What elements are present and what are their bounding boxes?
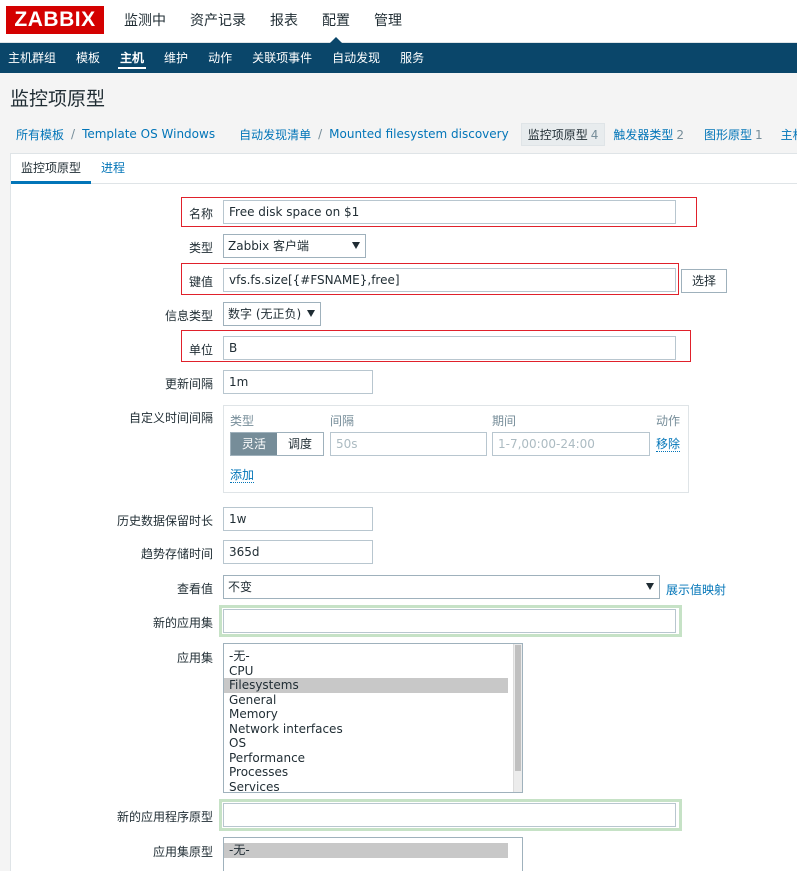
update-interval-input[interactable]: 1m [223, 370, 373, 394]
top-nav-administration[interactable]: 管理 [362, 0, 414, 43]
breadcrumb-all-templates[interactable]: 所有模板 [10, 126, 70, 143]
top-nav-monitoring[interactable]: 监测中 [112, 0, 178, 43]
interval-type-scheduling[interactable]: 调度 [277, 433, 324, 455]
key-input[interactable]: vfs.fs.size[{#FSNAME},free] [223, 268, 676, 292]
breadcrumb-template[interactable]: Template OS Windows [76, 127, 221, 141]
interval-input[interactable]: 50s [330, 432, 487, 456]
type-label: 类型 [188, 241, 213, 255]
sub-nav-templates[interactable]: 模板 [66, 43, 110, 73]
info-type-select[interactable]: 数字 (无正负) [223, 302, 321, 326]
breadcrumb-trigger-prototypes-label: 触发器类型 [613, 127, 674, 142]
top-nav: 监测中 资产记录 报表 配置 管理 [112, 0, 414, 44]
name-input[interactable]: Free disk space on $1 [223, 200, 676, 224]
tab-process[interactable]: 进程 [101, 154, 125, 184]
type-select[interactable]: Zabbix 客户端 [223, 234, 366, 258]
tab-item-prototype[interactable]: 监控项原型 [11, 154, 91, 184]
application-option[interactable]: Performance [224, 751, 522, 766]
top-bar: ZABBIX 监测中 资产记录 报表 配置 管理 [0, 0, 797, 44]
sub-nav-event-correlation[interactable]: 关联项事件 [242, 43, 322, 73]
app-prototype-option[interactable]: -无- [224, 843, 508, 858]
application-option[interactable]: Network interfaces [224, 722, 522, 737]
sub-nav-discovery[interactable]: 自动发现 [322, 43, 390, 73]
application-option[interactable]: OS [224, 736, 522, 751]
app-prototypes-label: 应用集原型 [152, 845, 213, 859]
sub-nav-host-groups[interactable]: 主机群组 [0, 43, 66, 73]
chevron-down-icon [352, 242, 360, 249]
show-value-mapping-link[interactable]: 展示值映射 [666, 581, 726, 598]
trends-input[interactable]: 365d [223, 540, 373, 564]
custom-intervals-col-action: 动作 [656, 414, 681, 428]
applications-listbox[interactable]: -无- CPU Filesystems General Memory Netwo… [223, 643, 523, 793]
item-prototype-form: 监控项原型 进程 名称 Free disk space on $1 类型 Zab… [10, 153, 797, 871]
new-application-label: 新的应用集 [152, 616, 213, 630]
show-value-label: 查看值 [176, 582, 213, 596]
page-title: 监控项原型 [10, 88, 106, 110]
new-app-prototype-input[interactable] [223, 803, 676, 827]
top-nav-reports[interactable]: 报表 [258, 0, 310, 43]
history-input[interactable]: 1w [223, 507, 373, 531]
applications-scrollbar[interactable] [513, 644, 522, 792]
application-option[interactable]: Memory [224, 707, 522, 722]
interval-remove-link[interactable]: 移除 [656, 437, 681, 452]
breadcrumb-item-prototypes[interactable]: 监控项原型 4 [520, 122, 606, 146]
sub-nav: 主机群组 模板 主机 维护 动作 关联项事件 自动发现 服务 [0, 43, 797, 73]
units-label: 单位 [188, 343, 213, 357]
zabbix-logo[interactable]: ZABBIX [6, 6, 104, 34]
application-option[interactable]: Services [224, 780, 522, 793]
top-nav-configuration[interactable]: 配置 [310, 0, 362, 44]
history-label: 历史数据保留时长 [116, 514, 213, 528]
breadcrumb-graph-prototypes[interactable]: 图形原型 1 [690, 126, 769, 143]
period-input[interactable]: 1-7,00:00-24:00 [492, 432, 650, 456]
units-input[interactable]: B [223, 336, 676, 360]
update-interval-label: 更新间隔 [164, 377, 213, 391]
application-option[interactable]: General [224, 693, 522, 708]
info-type-select-value: 数字 (无正负) [228, 307, 302, 321]
new-application-input[interactable] [223, 609, 676, 633]
custom-intervals-label: 自定义时间间隔 [128, 411, 213, 425]
show-value-select-value: 不变 [228, 580, 253, 594]
chevron-down-icon [646, 583, 654, 590]
interval-add-link[interactable]: 添加 [230, 468, 255, 483]
application-option-selected[interactable]: Filesystems [224, 678, 508, 693]
breadcrumb-discovery-rule[interactable]: Mounted filesystem discovery [323, 127, 515, 141]
breadcrumb-discovery-list[interactable]: 自动发现清单 [233, 126, 317, 143]
application-option[interactable]: Processes [224, 765, 522, 780]
trends-label: 趋势存储时间 [140, 547, 213, 561]
sub-nav-maintenance[interactable]: 维护 [154, 43, 198, 73]
custom-intervals-col-period: 期间 [492, 414, 517, 428]
type-select-value: Zabbix 客户端 [228, 239, 310, 253]
breadcrumb-host-templates[interactable]: 主机模板 [769, 126, 797, 143]
show-value-select[interactable]: 不变 [223, 575, 660, 599]
breadcrumb-trigger-prototypes-count: 2 [676, 127, 685, 142]
applications-label: 应用集 [176, 651, 213, 665]
key-select-button[interactable]: 选择 [681, 269, 727, 293]
breadcrumb: 所有模板 / Template OS Windows 自动发现清单 / Moun… [10, 122, 797, 146]
application-option[interactable]: CPU [224, 664, 522, 679]
breadcrumb-item-prototypes-label: 监控项原型 [527, 127, 588, 142]
custom-intervals-table: 类型 间隔 期间 动作 灵活 调度 50s 1-7,00:00-24:00 移除… [223, 405, 689, 493]
app-prototypes-listbox[interactable]: -无- [223, 837, 523, 871]
application-option[interactable]: -无- [224, 649, 522, 664]
scrollbar-thumb[interactable] [515, 645, 521, 771]
new-app-prototype-label: 新的应用程序原型 [116, 810, 213, 824]
breadcrumb-graph-prototypes-label: 图形原型 [704, 127, 753, 142]
breadcrumb-item-prototypes-count: 4 [590, 127, 599, 142]
key-label: 键值 [188, 275, 213, 289]
top-nav-inventory[interactable]: 资产记录 [178, 0, 258, 43]
form-tabs: 监控项原型 进程 [11, 154, 797, 184]
sub-nav-services[interactable]: 服务 [390, 43, 434, 73]
chevron-down-icon [307, 310, 315, 317]
info-type-label: 信息类型 [164, 309, 213, 323]
interval-type-flexible[interactable]: 灵活 [231, 433, 278, 455]
custom-intervals-col-interval: 间隔 [330, 414, 355, 428]
sub-nav-actions[interactable]: 动作 [198, 43, 242, 73]
interval-type-toggle: 灵活 调度 [230, 432, 325, 456]
breadcrumb-graph-prototypes-count: 1 [755, 127, 763, 142]
name-label: 名称 [188, 207, 213, 221]
sub-nav-hosts[interactable]: 主机 [110, 43, 154, 73]
breadcrumb-trigger-prototypes[interactable]: 触发器类型 2 [611, 126, 690, 143]
custom-intervals-col-type: 类型 [230, 414, 255, 428]
